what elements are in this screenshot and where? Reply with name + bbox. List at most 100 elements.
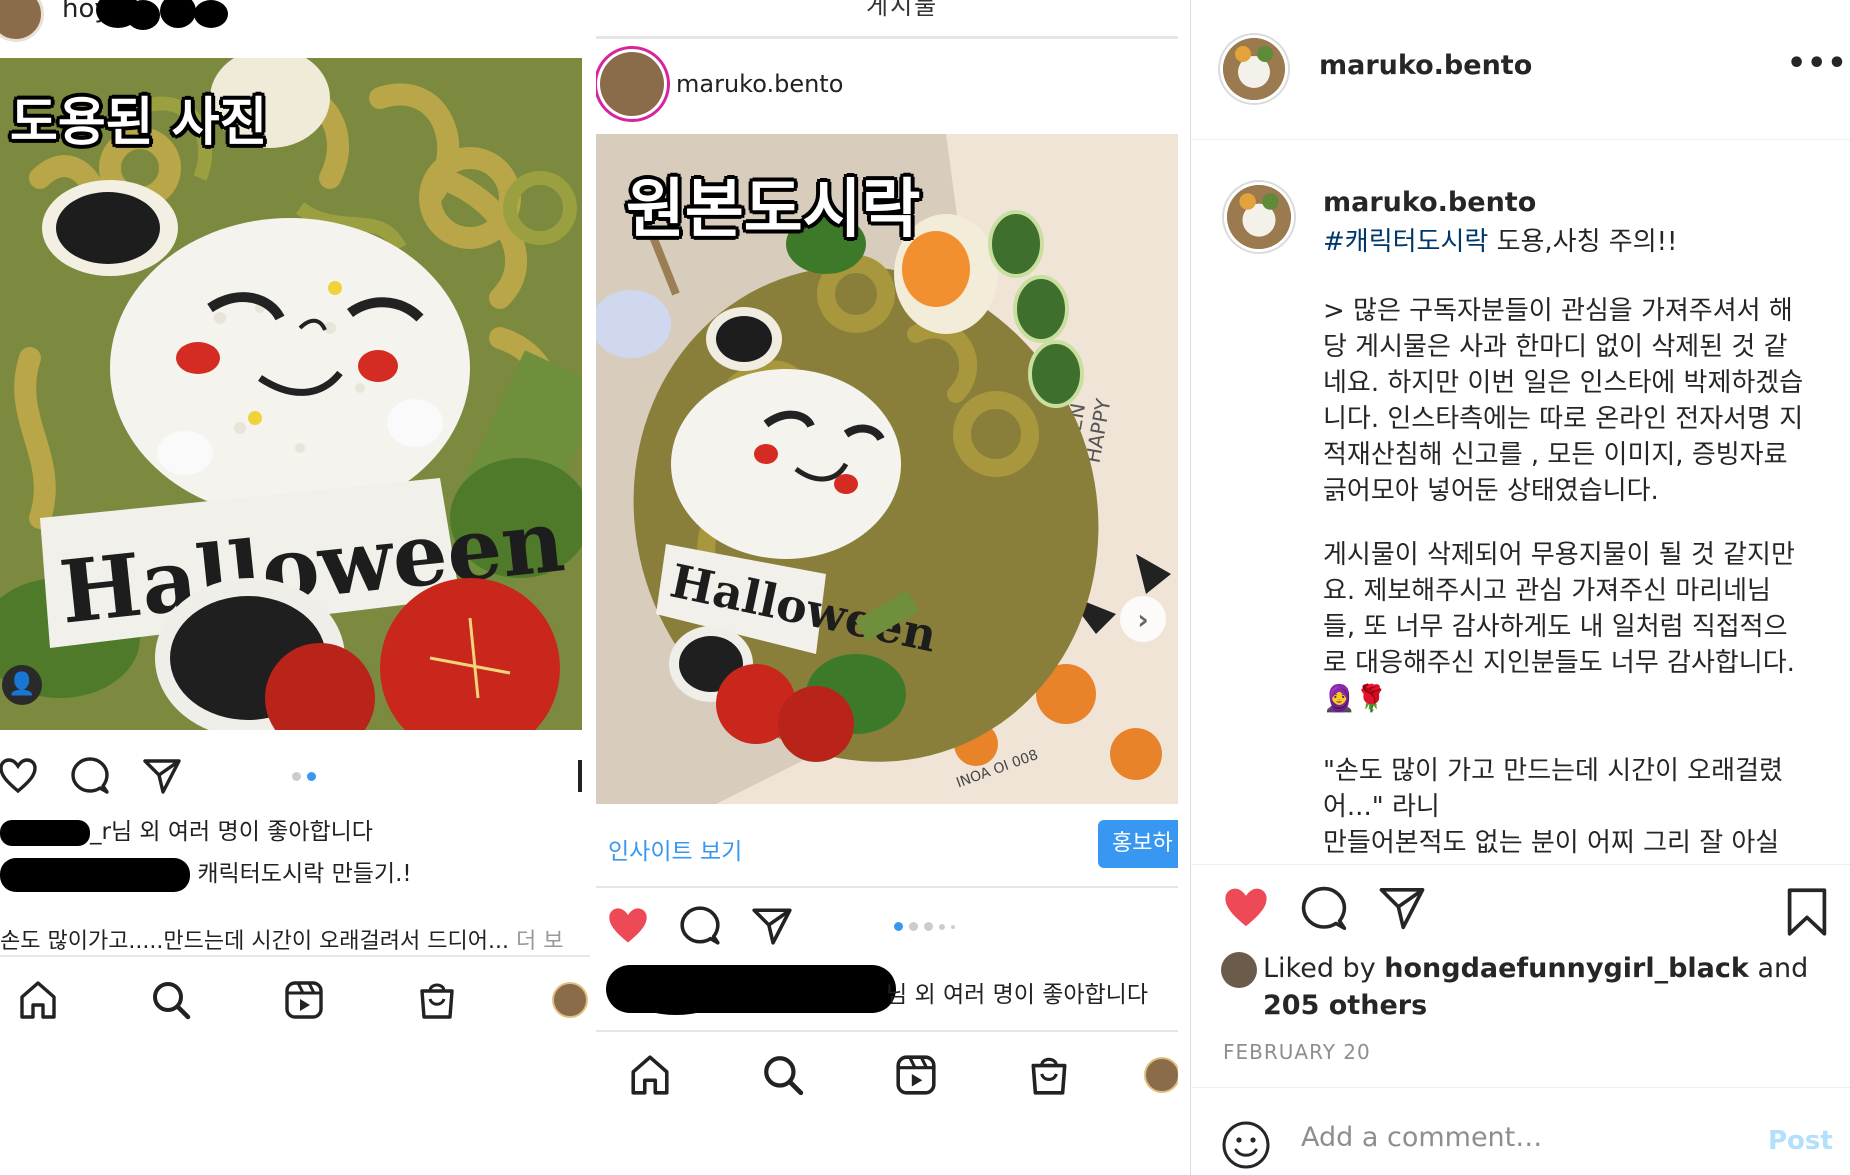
home-icon[interactable]: [14, 975, 63, 1025]
post-header: hoyo: [0, 0, 590, 50]
like-icon[interactable]: [0, 752, 42, 800]
search-icon[interactable]: [147, 975, 196, 1025]
caption-line: 요. 제보해주시고 관심 가져주신 마리네님: [1323, 576, 1771, 606]
carousel-dot: [951, 925, 955, 929]
reels-icon[interactable]: [892, 1050, 941, 1100]
action-icons: [1221, 885, 1427, 937]
carousel-dot: [909, 922, 918, 931]
divider: [596, 886, 1178, 888]
divider: [596, 1030, 1178, 1032]
post-detail-panel: maruko.bento ••• maruko.bento #캐릭터도시락 도용…: [1190, 0, 1850, 1175]
more-link[interactable]: 더 보: [516, 929, 563, 954]
redaction: [0, 857, 190, 892]
original-post-screenshot: 게시물 maruko.bento HALLOWEEN HAPPY INOA OI…: [596, 0, 1178, 1175]
caption-line: 만들어본적도 없는 분이 어찌 그리 잘 아실: [1323, 828, 1780, 858]
tagged-people-icon[interactable]: 👤: [2, 665, 42, 705]
likes-text: _r님 외 여러 명이 좋아합니다: [90, 819, 373, 845]
carousel-dot: [939, 924, 945, 930]
comment-box: Post: [1191, 1087, 1850, 1175]
caption-line: 적재산침해 신고를 , 모든 이미지, 증빙자료: [1323, 440, 1788, 470]
caption-text: 캐릭터도시락 만들기.!: [197, 861, 412, 887]
carousel-indicator: [894, 922, 955, 931]
share-icon[interactable]: [748, 902, 796, 950]
stolen-photo-label: 도용된 사진: [10, 93, 268, 153]
redaction: [160, 0, 196, 28]
caption-emoji: 🧕🌹: [1323, 684, 1388, 714]
screen-title: 게시물: [866, 0, 939, 20]
liked-heart-icon[interactable]: [1221, 885, 1271, 937]
caption-line: 긁어모아 넣어둔 상태였습니다.: [1323, 476, 1659, 506]
likes-line: _r님 외 여러 명이 좋아합니다: [0, 812, 373, 846]
post-header: maruko.bento: [596, 40, 1178, 130]
carousel-dot: [292, 772, 301, 781]
caption-line: 당 게시물은 사과 한마디 없이 삭제된 것 같: [1323, 332, 1788, 362]
post-comment-button[interactable]: Post: [1768, 1126, 1833, 1156]
caption-line: 니다. 인스타측에는 따로 온라인 전자서명 지: [1323, 404, 1804, 434]
next-photo-button[interactable]: ›: [1120, 596, 1166, 642]
bento-photo: Halloween: [0, 58, 582, 730]
profile-avatar[interactable]: [545, 975, 590, 1025]
more-options-icon[interactable]: •••: [1787, 46, 1848, 81]
reels-icon[interactable]: [280, 975, 329, 1025]
shop-icon[interactable]: [412, 975, 461, 1025]
caption-headline-text: 도용,사칭 주의!!: [1488, 227, 1678, 257]
avatar[interactable]: [1223, 38, 1285, 100]
post-actions: Liked by hongdaefunnygirl_black and 205 …: [1191, 864, 1850, 1021]
caption-line: 로 대응해주신 지인분들도 너무 감사합니다.: [1323, 648, 1795, 678]
view-insights-link[interactable]: 인사이트 보기: [608, 832, 742, 866]
hashtag-link[interactable]: #캐릭터도시락: [1323, 227, 1488, 257]
emoji-icon[interactable]: [1221, 1120, 1271, 1174]
redaction: [0, 819, 90, 846]
share-icon[interactable]: [138, 752, 186, 800]
comment-preview: 손도 많이가고.....만드는데 시간이 오래걸려서 드디어... 더 보: [0, 923, 563, 955]
post-header: maruko.bento •••: [1191, 0, 1850, 140]
divider: [0, 955, 590, 957]
avatar[interactable]: [0, 0, 44, 42]
carousel-dot: [924, 922, 933, 931]
liked-heart-icon[interactable]: [604, 902, 652, 950]
liked-by: Liked by hongdaefunnygirl_black and 205 …: [1221, 951, 1808, 1024]
username[interactable]: maruko.bento: [676, 70, 843, 98]
liker-avatar[interactable]: [1221, 951, 1257, 988]
redaction: [126, 0, 160, 30]
carousel-indicator: [292, 772, 316, 781]
bookmark-icon[interactable]: [1785, 887, 1829, 941]
liked-by-prefix: Liked by: [1263, 953, 1385, 984]
liker-username[interactable]: hongdaefunnygirl_black: [1384, 953, 1749, 984]
promote-button[interactable]: 홍보하: [1098, 820, 1178, 868]
caption-line: "손도 많이 가고 만드는데 시간이 오래걸렸: [1323, 756, 1783, 786]
comment-icon[interactable]: [66, 752, 114, 800]
caption-paragraph-3: "손도 많이 가고 만드는데 시간이 오래걸렸 어..." 라니 만들어본적도 …: [1323, 753, 1813, 861]
shop-icon[interactable]: [1024, 1050, 1073, 1100]
caption-line: > 많은 구독자분들이 관심을 가져주셔서 해: [1323, 296, 1793, 326]
bookmark-icon-partial[interactable]: [578, 760, 582, 792]
post-photo[interactable]: HALLOWEEN HAPPY INOA OI 008: [596, 134, 1178, 804]
search-icon[interactable]: [759, 1050, 808, 1100]
caption-avatar[interactable]: [1227, 185, 1291, 249]
bottom-nav: [626, 1050, 1178, 1100]
profile-avatar[interactable]: [1137, 1050, 1178, 1100]
comment-input[interactable]: [1301, 1122, 1741, 1153]
caption-line: 네요. 하지만 이번 일은 인스타에 박제하겠습: [1323, 368, 1804, 398]
comment-icon[interactable]: [676, 902, 724, 950]
username[interactable]: maruko.bento: [1319, 50, 1532, 81]
caption-line: 들, 또 너무 감사하게도 내 일처럼 직접적으: [1323, 612, 1788, 642]
copied-post-screenshot: hoyo Halloween 도용된 사진 👤 _r님 외 여러 명이 좋아합니…: [0, 0, 590, 1175]
comment-icon[interactable]: [1299, 885, 1349, 937]
caption-paragraph-1: > 많은 구독자분들이 관심을 가져주셔서 해 당 게시물은 사과 한마디 없이…: [1323, 293, 1813, 509]
caption-scroll-area[interactable]: maruko.bento #캐릭터도시락 도용,사칭 주의!! > 많은 구독자…: [1191, 141, 1850, 863]
others-count[interactable]: 205 others: [1263, 990, 1427, 1021]
caption-username[interactable]: maruko.bento: [1323, 187, 1536, 218]
divider: [596, 36, 1178, 39]
share-icon[interactable]: [1377, 885, 1427, 937]
post-actions: [604, 902, 1178, 950]
post-photo[interactable]: Halloween 도용된 사진 👤: [0, 58, 582, 730]
avatar[interactable]: [600, 52, 664, 116]
post-date[interactable]: FEBRUARY 20: [1223, 1040, 1371, 1064]
caption-line: 게시물이 삭제되어 무용지물이 될 것 같지만: [1323, 540, 1795, 570]
home-icon[interactable]: [626, 1050, 675, 1100]
post-actions: [0, 752, 590, 800]
caption-paragraph-2: 게시물이 삭제되어 무용지물이 될 것 같지만 요. 제보해주시고 관심 가져주…: [1323, 537, 1813, 717]
carousel-dot-active: [307, 772, 316, 781]
liked-by-suffix: and: [1748, 953, 1809, 984]
